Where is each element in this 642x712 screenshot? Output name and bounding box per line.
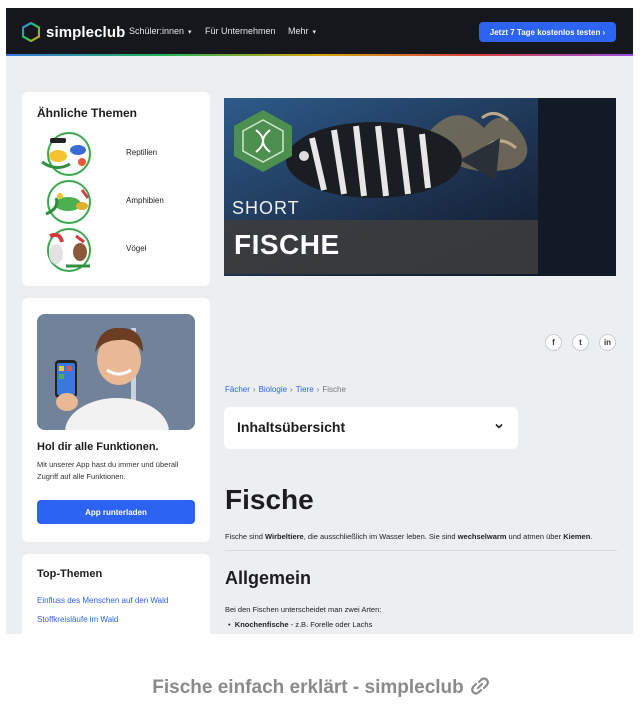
breadcrumb-current: Fische	[322, 385, 346, 394]
similar-topic-label: Vögel	[126, 244, 147, 253]
chevron-down-icon: ▾	[312, 29, 317, 36]
chevron-down-icon: ▾	[188, 29, 192, 36]
logo-text: simpleclub	[46, 23, 126, 41]
promo-person-photo	[37, 314, 195, 430]
breadcrumb-link[interactable]: Biologie	[259, 385, 287, 394]
amphibians-illustration-icon	[45, 180, 91, 224]
breadcrumb-link[interactable]: Fächer	[225, 385, 250, 394]
person-with-phone-illustration-icon	[37, 314, 195, 430]
top-topics-card: Top-Themen Einfluss des Menschen auf den…	[22, 554, 210, 634]
similar-topics-title: Ähnliche Themen	[37, 106, 138, 120]
nav-students-label: Schüler:innen	[129, 26, 185, 36]
breadcrumb-link[interactable]: Tiere	[296, 385, 314, 394]
chevron-right-icon: ›	[290, 385, 293, 394]
chevron-right-icon: ›	[252, 385, 256, 394]
intro-text: .	[590, 532, 593, 541]
reptiles-illustration-icon	[41, 132, 91, 176]
intro-term: Kiemen	[563, 532, 591, 541]
top-topics-title: Top-Themen	[37, 568, 103, 580]
similar-topic-label: Amphibien	[126, 196, 164, 205]
similar-topic-label: Reptilien	[126, 148, 158, 157]
similar-topics-card: Ähnliche Themen Reptilien Amphibien Vöge…	[22, 92, 210, 286]
birds-illustration-icon	[47, 228, 91, 272]
chevron-right-icon: ›	[316, 385, 320, 394]
top-topic-link[interactable]: Einfluss des Menschen auf den Wald	[37, 596, 168, 605]
intro-term: Wirbeltiere	[265, 532, 304, 541]
similar-topic-reptiles[interactable]: Reptilien	[36, 132, 206, 176]
hero-video-thumbnail[interactable]: SHORT FISCHE	[224, 98, 616, 276]
nav-students[interactable]: Schüler:innen ▾	[129, 26, 192, 36]
page-caption: Fische einfach erklärt - simpleclub	[0, 676, 642, 699]
linkedin-share-icon[interactable]: in	[599, 334, 616, 351]
top-topic-link[interactable]: Stoffkreisläufe im Wald	[37, 615, 118, 624]
top-navigation-bar: simpleclub Schüler:innen ▾ Für Unternehme…	[6, 8, 633, 56]
hexagon-logo-icon	[22, 22, 40, 42]
intro-term: wechselwarm	[457, 532, 507, 541]
caption-text[interactable]: Fische einfach erklärt - simpleclub	[152, 677, 464, 698]
facebook-share-icon[interactable]: f	[545, 334, 562, 351]
intro-text: und atmen über	[506, 532, 564, 541]
app-promo-card: Hol dir alle Funktionen. Mit unserer App…	[22, 298, 210, 542]
nav-business-label: Für Unternehmen	[205, 26, 276, 36]
chevron-down-icon	[495, 423, 503, 429]
section-paragraph: Bei den Fischen unterscheidet man zwei A…	[225, 605, 382, 614]
list-item: • Knochenfische - z.B. Forelle oder Lach…	[228, 620, 372, 629]
table-of-contents-dropdown[interactable]: Inhaltsübersicht	[224, 407, 518, 449]
link-icon[interactable]	[470, 676, 490, 696]
nav-business[interactable]: Für Unternehmen	[205, 26, 276, 36]
page-screenshot: simpleclub Schüler:innen ▾ Für Unternehme…	[6, 8, 633, 634]
intro-text: Fische sind	[225, 532, 266, 541]
intro-text: , die ausschließlich im Wasser leben. Si…	[303, 532, 458, 541]
list-item-text: - z.B. Forelle oder Lachs	[288, 620, 373, 629]
divider	[225, 550, 617, 551]
breadcrumb: Fächer › Biologie › Tiere › Fische	[225, 385, 346, 394]
promo-title: Hol dir alle Funktionen.	[37, 441, 159, 453]
hero-tag: SHORT	[232, 198, 300, 218]
logo[interactable]: simpleclub	[22, 22, 125, 42]
header-gradient-line	[6, 54, 633, 56]
nav-more-label: Mehr	[288, 26, 309, 36]
nav-more[interactable]: Mehr ▾	[288, 26, 316, 36]
list-item-term: Knochenfische	[234, 620, 289, 629]
toc-label: Inhaltsübersicht	[237, 419, 346, 435]
app-download-button[interactable]: App runterladen	[37, 500, 195, 524]
free-trial-button[interactable]: Jetzt 7 Tage kostenlos testen ›	[479, 22, 616, 42]
twitter-share-icon[interactable]: t	[572, 334, 589, 351]
article-intro: Fische sind Wirbeltiere, die ausschließl…	[225, 532, 592, 541]
bullet-dot-icon: •	[228, 620, 235, 629]
hero-title-band: FISCHE	[224, 220, 538, 274]
section-heading: Allgemein	[225, 568, 312, 588]
hero-title: FISCHE	[234, 229, 340, 260]
article-title: Fische	[225, 484, 314, 515]
similar-topic-amphibians[interactable]: Amphibien	[36, 180, 206, 224]
promo-text: Mit unserer App hast du immer und überal…	[37, 460, 179, 481]
similar-topic-birds[interactable]: Vögel	[36, 228, 206, 272]
dna-icon	[234, 110, 292, 172]
